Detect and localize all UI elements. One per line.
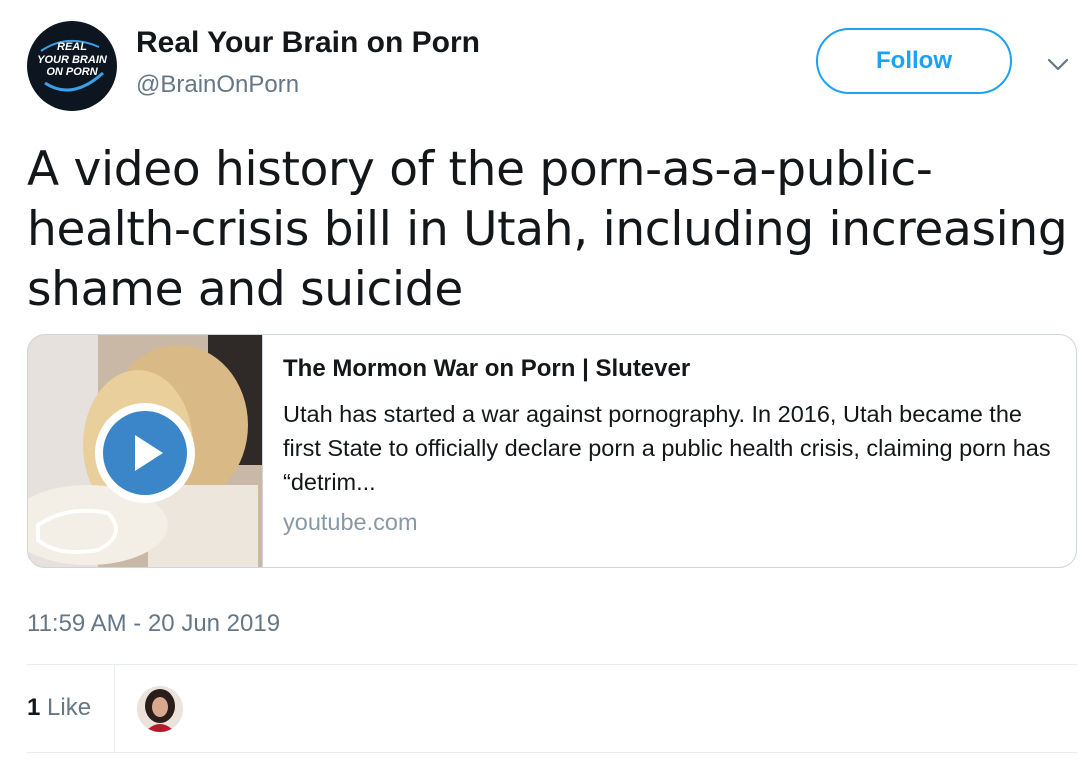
play-icon[interactable] xyxy=(93,401,197,505)
card-domain: youtube.com xyxy=(283,509,418,535)
tweet-timestamp[interactable]: 11:59 AM - 20 Jun 2019 xyxy=(27,610,280,638)
chevron-down-icon[interactable] xyxy=(1046,56,1070,74)
likes-count[interactable]: 1 Like xyxy=(27,694,91,722)
card-description: Utah has started a war against pornograp… xyxy=(283,401,1051,495)
link-preview-card[interactable]: The Mormon War on Porn | Slutever Utah h… xyxy=(27,334,1077,568)
card-body[interactable]: The Mormon War on Porn | Slutever Utah h… xyxy=(283,355,1053,536)
likes-label: Like xyxy=(47,694,92,721)
follow-button[interactable]: Follow xyxy=(816,28,1012,94)
divider xyxy=(114,665,115,752)
author-handle[interactable]: @BrainOnPorn xyxy=(136,71,299,99)
likes-number: 1 xyxy=(27,694,41,721)
card-thumbnail[interactable] xyxy=(28,335,263,567)
divider xyxy=(27,664,1077,665)
card-title[interactable]: The Mormon War on Porn | Slutever xyxy=(283,355,1053,383)
author-display-name[interactable]: Real Your Brain on Porn xyxy=(136,26,480,60)
avatar-image xyxy=(137,686,183,732)
author-avatar[interactable]: REAL YOUR BRAIN ON PORN xyxy=(27,21,117,111)
liker-avatar[interactable] xyxy=(137,686,183,732)
divider xyxy=(27,752,1077,753)
avatar-logo-text: REAL YOUR BRAIN ON PORN xyxy=(37,41,107,78)
tweet-text: A video history of the porn-as-a-public-… xyxy=(27,142,1068,317)
